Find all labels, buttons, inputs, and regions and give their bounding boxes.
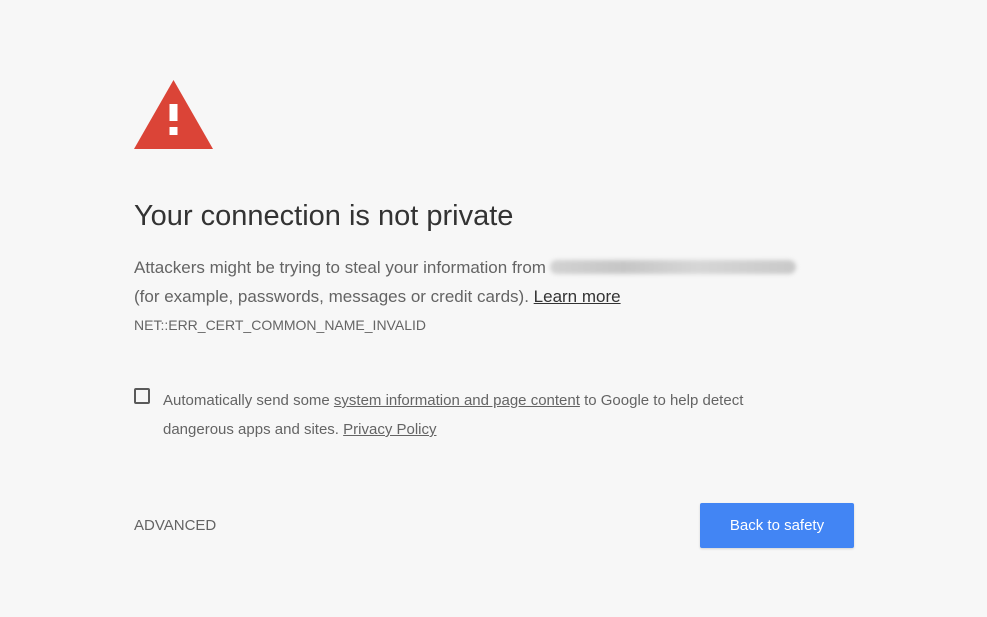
system-info-link[interactable]: system information and page content — [334, 392, 580, 409]
opt-in-text-after: to Google to help detect — [584, 392, 744, 409]
privacy-policy-link[interactable]: Privacy Policy — [343, 421, 436, 438]
opt-in-text: Automatically send some — [163, 392, 330, 409]
description-line-2: (for example, passwords, messages or cre… — [134, 282, 796, 311]
blurred-domain — [549, 260, 796, 274]
page-title: Your connection is not private — [134, 200, 514, 232]
opt-in-line-2: dangerous apps and sites. Privacy Policy — [163, 415, 743, 444]
description-text: Attackers might be trying to steal your … — [134, 258, 546, 277]
learn-more-link[interactable]: Learn more — [534, 287, 621, 306]
description-line-1: Attackers might be trying to steal your … — [134, 253, 796, 282]
back-to-safety-button[interactable]: Back to safety — [700, 503, 854, 548]
advanced-button[interactable]: ADVANCED — [134, 517, 216, 535]
error-description: Attackers might be trying to steal your … — [134, 253, 796, 311]
report-checkbox[interactable] — [134, 388, 150, 404]
description-text-2: (for example, passwords, messages or cre… — [134, 287, 529, 306]
warning-triangle-icon — [134, 80, 213, 149]
error-code: NET::ERR_CERT_COMMON_NAME_INVALID — [134, 317, 426, 333]
report-opt-in: Automatically send some system informati… — [163, 386, 743, 444]
opt-in-text-2: dangerous apps and sites. — [163, 421, 339, 438]
opt-in-line-1: Automatically send some system informati… — [163, 386, 743, 415]
